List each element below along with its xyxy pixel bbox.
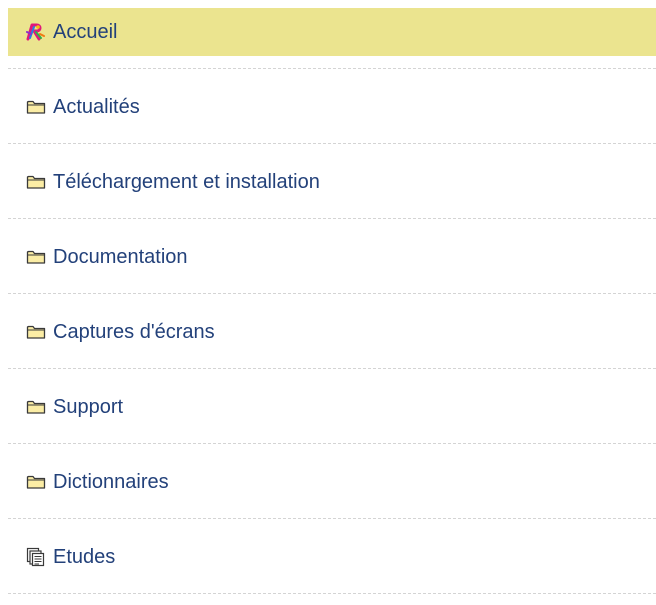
menu-item-captures[interactable]: Captures d'écrans <box>8 294 656 369</box>
menu-item-label: Documentation <box>53 246 188 268</box>
menu-item-dictionnaires[interactable]: Dictionnaires <box>8 444 656 519</box>
menu-item-row: Support <box>8 383 656 431</box>
menu-item-label: Téléchargement et installation <box>53 171 320 193</box>
menu-item-label: Actualités <box>53 96 140 118</box>
menu-item-row: Documentation <box>8 233 656 281</box>
menu-item-label: Support <box>53 396 124 418</box>
menu-item-row: Captures d'écrans <box>8 308 656 356</box>
menu-item-label: Captures d'écrans <box>53 321 215 343</box>
folder-icon <box>26 247 46 267</box>
menu-item-accueil[interactable]: Accueil <box>8 8 656 69</box>
menu-item-label: Etudes <box>53 546 116 568</box>
folder-icon <box>26 322 46 342</box>
menu-item-support[interactable]: Support <box>8 369 656 444</box>
menu-item-row: Actualités <box>8 83 656 131</box>
menu-item-row: Etudes <box>8 533 656 581</box>
sidebar-menu: Accueil Actualités Téléchargement et ins… <box>8 8 656 594</box>
menu-item-actualites[interactable]: Actualités <box>8 69 656 144</box>
menu-item-telechargement[interactable]: Téléchargement et installation <box>8 144 656 219</box>
menu-item-documentation[interactable]: Documentation <box>8 219 656 294</box>
menu-item-row: Dictionnaires <box>8 458 656 506</box>
menu-item-row: Accueil <box>8 8 656 56</box>
menu-item-row: Téléchargement et installation <box>8 158 656 206</box>
menu-item-label: Accueil <box>53 21 118 43</box>
folder-icon <box>26 172 46 192</box>
menu-item-etudes[interactable]: Etudes <box>8 519 656 594</box>
documents-icon <box>26 547 46 567</box>
folder-icon <box>26 397 46 417</box>
folder-icon <box>26 97 46 117</box>
folder-icon <box>26 472 46 492</box>
menu-item-label: Dictionnaires <box>53 471 169 493</box>
rainbow-logo-icon <box>26 22 46 42</box>
